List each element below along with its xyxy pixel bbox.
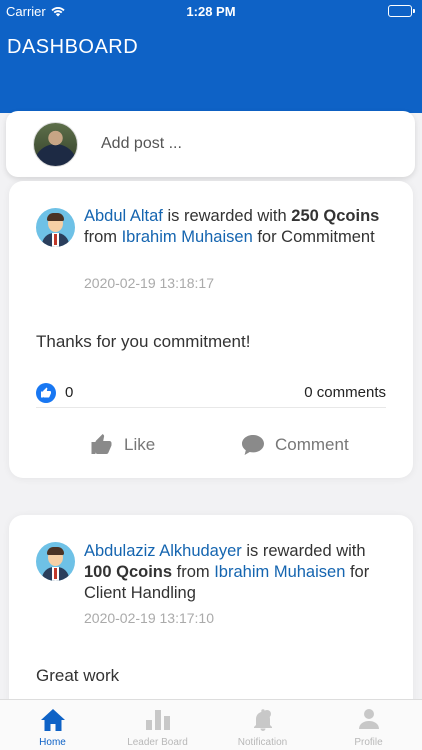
comment-icon	[242, 435, 264, 455]
comment-count[interactable]: 0 comments	[304, 384, 386, 401]
tab-leader-board[interactable]: Leader Board	[105, 700, 210, 750]
bar-chart-icon	[145, 710, 170, 730]
battery-icon	[388, 5, 415, 17]
recipient-link[interactable]: Abdul Altaf	[84, 207, 163, 225]
post-message: Great work	[36, 666, 120, 685]
tab-profile[interactable]: Profile	[316, 700, 421, 750]
tab-home[interactable]: Home	[0, 700, 105, 750]
like-count[interactable]: 0	[36, 382, 73, 403]
add-post-card[interactable]: Add post ...	[6, 111, 415, 177]
reward-amount: 100 Qcoins	[84, 563, 173, 581]
post-timestamp: 2020-02-19 13:17:10	[84, 610, 214, 626]
like-button[interactable]: Like	[89, 433, 155, 457]
status-bar: Carrier 1:28 PM	[0, 0, 422, 22]
tab-notification[interactable]: Notification	[210, 700, 315, 750]
add-post-input[interactable]: Add post ...	[101, 135, 182, 153]
person-icon	[358, 709, 379, 729]
post-actions: Like Comment	[9, 425, 413, 465]
sender-link[interactable]: Ibrahim Muhaisen	[214, 563, 345, 581]
tab-bar: Home Leader Board Notification Profile	[0, 699, 422, 750]
page-title: DASHBOARD	[7, 36, 139, 58]
post-stats: 0 0 comments	[36, 378, 386, 408]
bell-icon	[253, 709, 272, 731]
like-badge-icon	[36, 382, 56, 403]
sender-link[interactable]: Ibrahim Muhaisen	[122, 228, 253, 246]
post-card: Abdul Altaf is rewarded with 250 Qcoins …	[9, 181, 413, 478]
comment-button[interactable]: Comment	[241, 434, 349, 456]
reward-amount: 250 Qcoins	[291, 207, 380, 225]
home-icon	[40, 709, 65, 731]
post-headline: Abdul Altaf is rewarded with 250 Qcoins …	[84, 207, 380, 246]
thumbs-up-icon	[91, 434, 112, 454]
recipient-link[interactable]: Abdulaziz Alkhudayer	[84, 542, 242, 560]
post-timestamp: 2020-02-19 13:18:17	[84, 275, 214, 291]
status-time: 1:28 PM	[186, 4, 236, 19]
app-header: Carrier 1:28 PM DASHBOARD	[0, 0, 422, 113]
user-avatar[interactable]	[36, 208, 75, 247]
post-headline: Abdulaziz Alkhudayer is rewarded with 10…	[84, 542, 370, 602]
post-message: Thanks for you commitment!	[36, 332, 251, 351]
user-avatar[interactable]	[36, 542, 75, 581]
current-user-avatar[interactable]	[33, 121, 78, 167]
